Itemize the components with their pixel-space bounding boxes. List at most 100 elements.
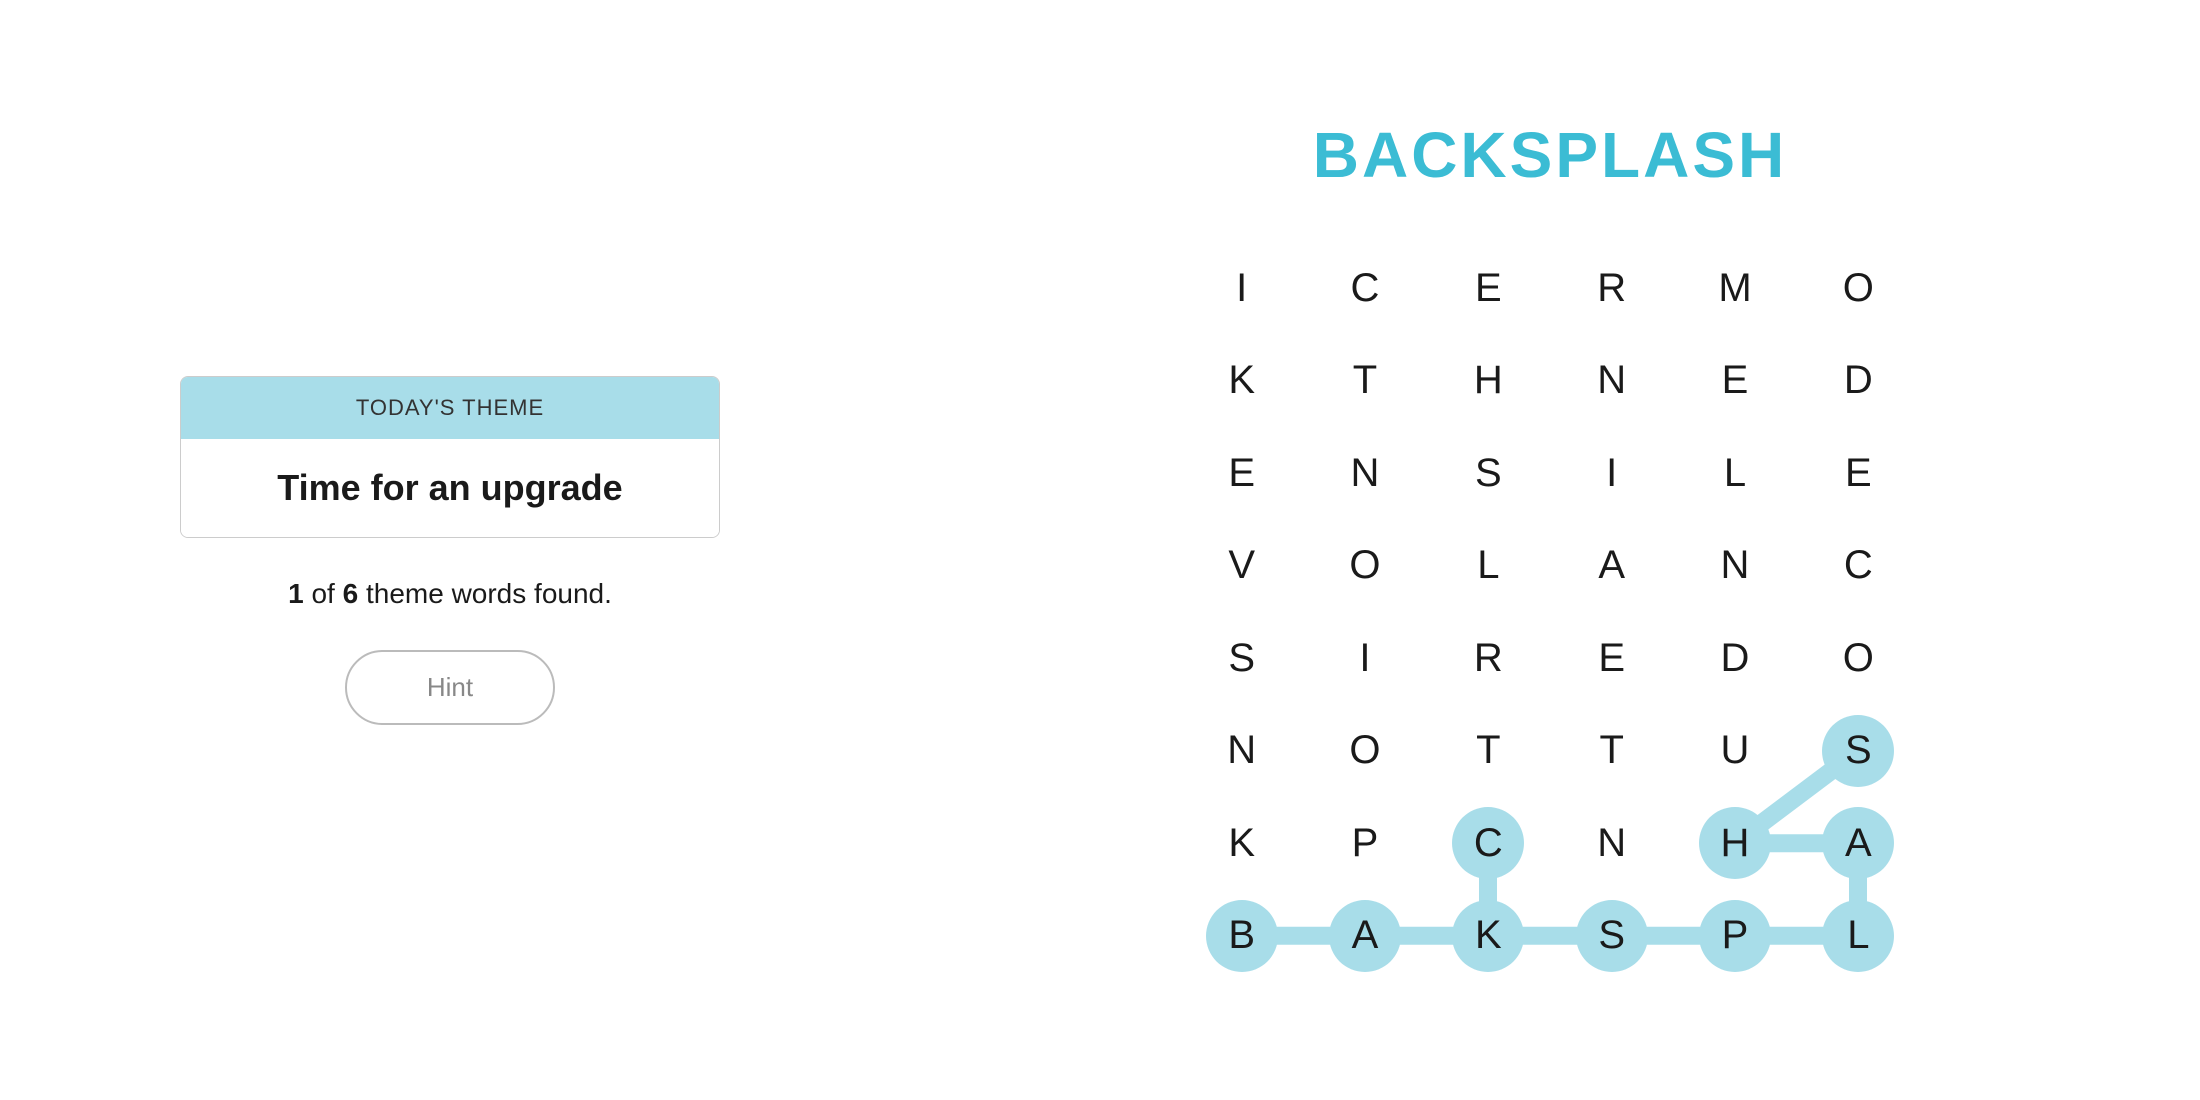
letter-T-33: T [1576, 715, 1648, 787]
grid-cell-47[interactable]: L [1797, 890, 1920, 983]
letter-D-11: D [1822, 345, 1894, 417]
grid-cell-32[interactable]: T [1427, 705, 1550, 798]
letter-S-14: S [1452, 437, 1524, 509]
grid-cell-44[interactable]: K [1427, 890, 1550, 983]
grid-cell-26[interactable]: R [1427, 612, 1550, 705]
letter-V-18: V [1206, 530, 1278, 602]
letter-N-13: N [1329, 437, 1401, 509]
grid-cell-0[interactable]: I [1180, 242, 1303, 335]
letter-H-40: H [1699, 807, 1771, 879]
grid-cell-16[interactable]: L [1673, 427, 1796, 520]
hint-button[interactable]: Hint [345, 650, 555, 725]
letter-R-26: R [1452, 622, 1524, 694]
grid-cell-22[interactable]: N [1673, 520, 1796, 613]
letter-E-10: E [1699, 345, 1771, 417]
grid-cell-6[interactable]: K [1180, 335, 1303, 428]
letter-D-28: D [1699, 622, 1771, 694]
letter-L-20: L [1452, 530, 1524, 602]
letter-E-17: E [1822, 437, 1894, 509]
letter-B-42: B [1206, 900, 1278, 972]
grid-cell-28[interactable]: D [1673, 612, 1796, 705]
letter-N-39: N [1576, 807, 1648, 879]
grid-cell-25[interactable]: I [1303, 612, 1426, 705]
grid-cell-42[interactable]: B [1180, 890, 1303, 983]
letter-N-22: N [1699, 530, 1771, 602]
letter-O-19: O [1329, 530, 1401, 602]
found-suffix: theme words found. [366, 578, 612, 609]
theme-body: Time for an upgrade [181, 439, 719, 537]
grid-cell-40[interactable]: H [1673, 797, 1796, 890]
grid-cell-34[interactable]: U [1673, 705, 1796, 798]
letter-K-6: K [1206, 345, 1278, 417]
letter-E-27: E [1576, 622, 1648, 694]
letter-M-4: M [1699, 252, 1771, 324]
letter-A-43: A [1329, 900, 1401, 972]
found-text: 1 of 6 theme words found. [288, 578, 612, 610]
letter-A-41: A [1822, 807, 1894, 879]
grid-cell-7[interactable]: T [1303, 335, 1426, 428]
letter-O-29: O [1822, 622, 1894, 694]
letter-N-30: N [1206, 715, 1278, 787]
grid-cell-19[interactable]: O [1303, 520, 1426, 613]
game-title: BACKSPLASH [1313, 118, 1787, 192]
grid-cell-15[interactable]: I [1550, 427, 1673, 520]
found-count: 1 [288, 578, 304, 609]
grid-cell-43[interactable]: A [1303, 890, 1426, 983]
grid-cell-23[interactable]: C [1797, 520, 1920, 613]
grid-cell-30[interactable]: N [1180, 705, 1303, 798]
grid-cell-10[interactable]: E [1673, 335, 1796, 428]
grid-cell-33[interactable]: T [1550, 705, 1673, 798]
theme-card: TODAY'S THEME Time for an upgrade [180, 376, 720, 538]
letter-E-2: E [1452, 252, 1524, 324]
grid-cell-41[interactable]: A [1797, 797, 1920, 890]
letter-L-16: L [1699, 437, 1771, 509]
grid-cell-13[interactable]: N [1303, 427, 1426, 520]
grid-cell-46[interactable]: P [1673, 890, 1796, 983]
letter-E-12: E [1206, 437, 1278, 509]
letter-O-5: O [1822, 252, 1894, 324]
grid-cell-4[interactable]: M [1673, 242, 1796, 335]
total-count: 6 [343, 578, 359, 609]
grid-cell-36[interactable]: K [1180, 797, 1303, 890]
grid-cell-17[interactable]: E [1797, 427, 1920, 520]
grid-cell-3[interactable]: R [1550, 242, 1673, 335]
grid-cell-20[interactable]: L [1427, 520, 1550, 613]
grid-cell-39[interactable]: N [1550, 797, 1673, 890]
grid-cell-5[interactable]: O [1797, 242, 1920, 335]
grid-cell-21[interactable]: A [1550, 520, 1673, 613]
grid-cell-18[interactable]: V [1180, 520, 1303, 613]
letter-S-45: S [1576, 900, 1648, 972]
grid-wrapper: ICERMOKTHNEDENSILEVOLANCSIREDONOTTUSKPCN… [1180, 242, 1920, 982]
grid-cell-31[interactable]: O [1303, 705, 1426, 798]
grid-cell-11[interactable]: D [1797, 335, 1920, 428]
grid-cell-29[interactable]: O [1797, 612, 1920, 705]
letter-I-15: I [1576, 437, 1648, 509]
grid-cell-14[interactable]: S [1427, 427, 1550, 520]
letter-C-1: C [1329, 252, 1401, 324]
letter-A-21: A [1576, 530, 1648, 602]
letter-O-31: O [1329, 715, 1401, 787]
grid-cell-1[interactable]: C [1303, 242, 1426, 335]
grid-cell-27[interactable]: E [1550, 612, 1673, 705]
grid-cell-8[interactable]: H [1427, 335, 1550, 428]
grid-cell-24[interactable]: S [1180, 612, 1303, 705]
letter-U-34: U [1699, 715, 1771, 787]
left-panel: TODAY'S THEME Time for an upgrade 1 of 6… [0, 316, 900, 785]
letter-S-24: S [1206, 622, 1278, 694]
grid-cell-37[interactable]: P [1303, 797, 1426, 890]
letter-T-7: T [1329, 345, 1401, 417]
grid-cell-9[interactable]: N [1550, 335, 1673, 428]
letter-K-44: K [1452, 900, 1524, 972]
grid-cell-2[interactable]: E [1427, 242, 1550, 335]
grid-cell-38[interactable]: C [1427, 797, 1550, 890]
letter-C-23: C [1822, 530, 1894, 602]
grid-cell-45[interactable]: S [1550, 890, 1673, 983]
grid-cell-12[interactable]: E [1180, 427, 1303, 520]
letter-P-46: P [1699, 900, 1771, 972]
letter-P-37: P [1329, 807, 1401, 879]
letter-H-8: H [1452, 345, 1524, 417]
grid-cell-35[interactable]: S [1797, 705, 1920, 798]
letter-N-9: N [1576, 345, 1648, 417]
letter-R-3: R [1576, 252, 1648, 324]
letter-K-36: K [1206, 807, 1278, 879]
